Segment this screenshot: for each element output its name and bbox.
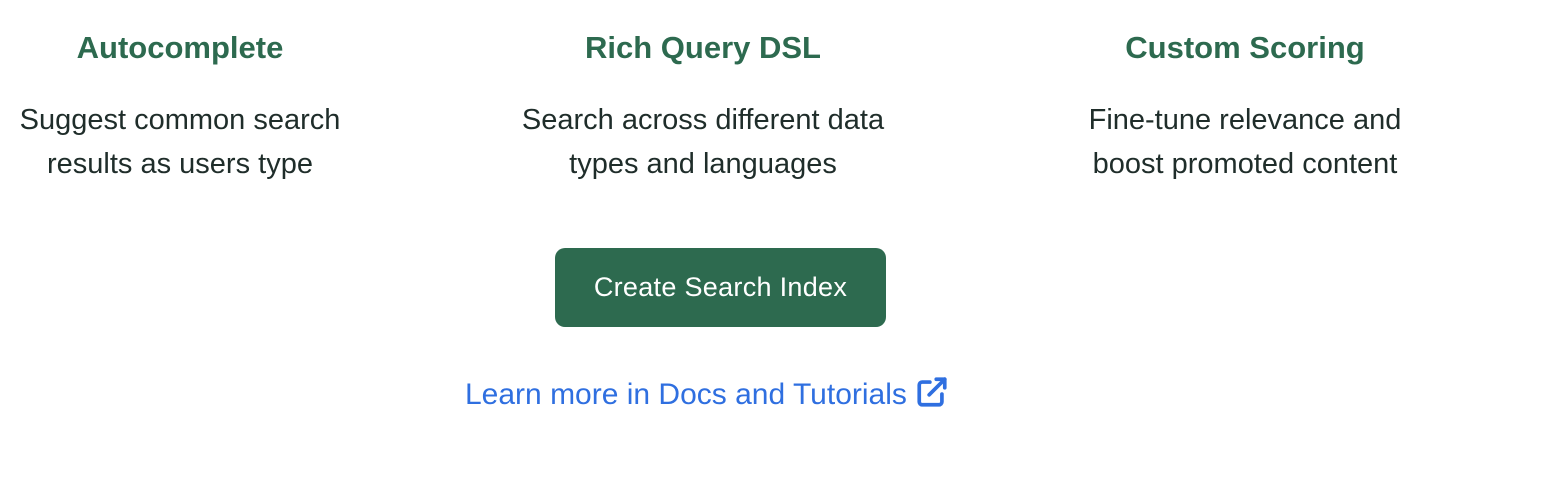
feature-description: Suggest common search results as users t…: [19, 104, 341, 180]
feature-custom-scoring: Custom Scoring Fine-tune relevance and b…: [1035, 26, 1455, 186]
feature-rich-query-dsl: Rich Query DSL Search across different d…: [488, 26, 918, 186]
create-search-index-button[interactable]: Create Search Index: [555, 248, 886, 327]
docs-link-label: Learn more in Docs and Tutorials: [465, 378, 907, 411]
feature-title: Custom Scoring: [1125, 30, 1365, 65]
feature-autocomplete: Autocomplete Suggest common search resul…: [0, 26, 360, 186]
docs-tutorials-link[interactable]: Learn more in Docs and Tutorials: [465, 373, 949, 417]
feature-title: Rich Query DSL: [585, 30, 821, 65]
external-link-icon: [915, 375, 949, 409]
feature-description: Fine-tune relevance and boost promoted c…: [1088, 104, 1402, 180]
feature-title: Autocomplete: [76, 30, 284, 65]
feature-description: Search across different data types and l…: [521, 104, 885, 180]
